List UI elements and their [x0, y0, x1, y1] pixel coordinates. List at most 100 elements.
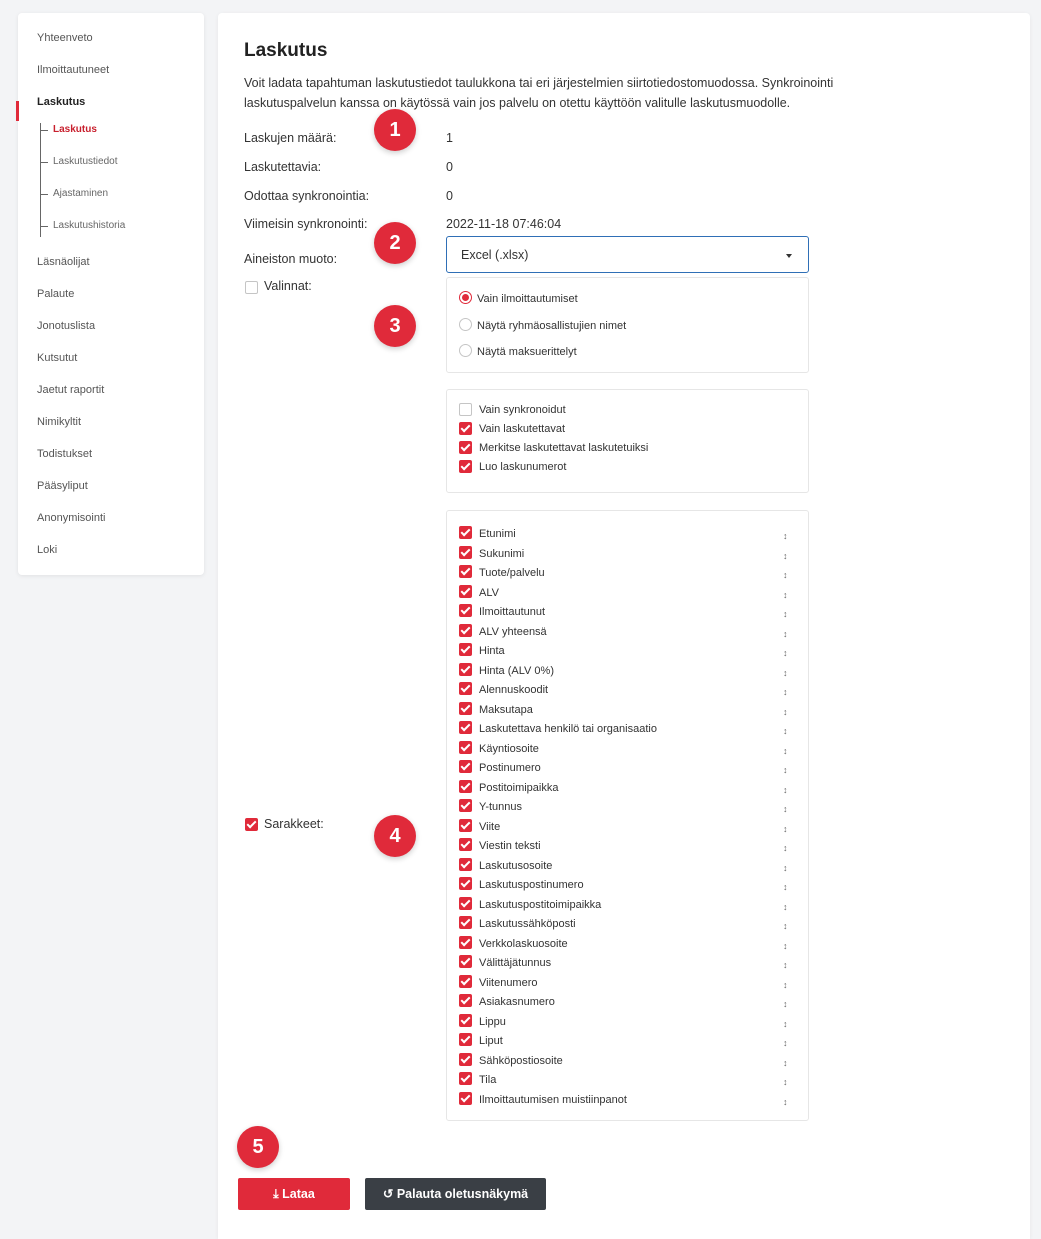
- column-checkbox[interactable]: [459, 1013, 472, 1027]
- column-checkbox[interactable]: [459, 916, 472, 929]
- checkbox-vain-synkronoidut[interactable]: [459, 403, 472, 416]
- column-label: Postinumero: [479, 762, 541, 774]
- sort-handle-icon[interactable]: ↕: [783, 570, 788, 580]
- column-checkbox[interactable]: [459, 643, 472, 656]
- sidebar-item-yhteenveto[interactable]: Yhteenveto: [37, 31, 93, 45]
- sidebar-subitem-laskutus[interactable]: Laskutus: [53, 124, 97, 136]
- checkbox-merkitse-laskutetuiksi[interactable]: [459, 441, 472, 454]
- sort-handle-icon[interactable]: ↕: [783, 941, 788, 951]
- column-checkbox[interactable]: [459, 721, 472, 734]
- column-checkbox[interactable]: [459, 799, 472, 812]
- column-checkbox[interactable]: [459, 857, 472, 871]
- sort-handle-icon[interactable]: ↕: [783, 726, 788, 736]
- sort-handle-icon[interactable]: ↕: [783, 707, 788, 717]
- sort-handle-icon[interactable]: ↕: [783, 960, 788, 970]
- sort-handle-icon[interactable]: ↕: [783, 1019, 788, 1029]
- column-checkbox[interactable]: [459, 838, 472, 851]
- sidebar-item-jonotuslista[interactable]: Jonotuslista: [37, 319, 95, 333]
- download-icon: ⤓: [273, 1187, 279, 1201]
- checkbox-luo-laskunumerot[interactable]: [459, 460, 472, 473]
- sort-handle-icon[interactable]: ↕: [783, 687, 788, 697]
- sidebar-item-anonymisointi[interactable]: Anonymisointi: [37, 511, 105, 525]
- column-checkbox[interactable]: [459, 623, 472, 637]
- sort-handle-icon[interactable]: ↕: [783, 902, 788, 912]
- sort-handle-icon[interactable]: ↕: [783, 1058, 788, 1068]
- sidebar-subitem-laskutustiedot[interactable]: Laskutustiedot: [53, 156, 118, 168]
- radio-vain-ilmoittautumiset[interactable]: [459, 291, 472, 304]
- sort-handle-icon[interactable]: ↕: [783, 980, 788, 990]
- sidebar-item-kutsutut[interactable]: Kutsutut: [37, 351, 77, 365]
- column-checkbox[interactable]: [459, 1072, 472, 1085]
- sort-handle-icon[interactable]: ↕: [783, 863, 788, 873]
- format-select[interactable]: Excel (.xlsx): [446, 236, 809, 273]
- sort-handle-icon[interactable]: ↕: [783, 765, 788, 775]
- sidebar-item-ilmoittautuneet[interactable]: Ilmoittautuneet: [37, 63, 109, 77]
- column-label: Etunimi: [479, 528, 516, 540]
- step-badge-1: 1: [374, 109, 416, 151]
- stat-label-pending-sync: Odottaa synkronointia:: [244, 189, 370, 203]
- sort-handle-icon[interactable]: ↕: [783, 1077, 788, 1087]
- column-checkbox[interactable]: [459, 526, 472, 539]
- column-checkbox[interactable]: [459, 818, 472, 832]
- sidebar-item-loki[interactable]: Loki: [37, 543, 57, 557]
- reset-view-button[interactable]: ↺ Palauta oletusnäkymä: [365, 1178, 546, 1210]
- checkbox-label: Vain synkronoidut: [479, 404, 566, 416]
- sidebar-active-indicator: [16, 101, 19, 121]
- sort-handle-icon[interactable]: ↕: [783, 1038, 788, 1048]
- sort-handle-icon[interactable]: ↕: [783, 1097, 788, 1107]
- sidebar-item-lasnaolijat[interactable]: Läsnäolijat: [37, 255, 90, 269]
- sort-handle-icon[interactable]: ↕: [783, 804, 788, 814]
- sort-handle-icon[interactable]: ↕: [783, 746, 788, 756]
- sidebar-item-palaute[interactable]: Palaute: [37, 287, 74, 301]
- sidebar-item-todistukset[interactable]: Todistukset: [37, 447, 92, 461]
- sort-handle-icon[interactable]: ↕: [783, 590, 788, 600]
- column-label: Lippu: [479, 1015, 506, 1028]
- sort-handle-icon[interactable]: ↕: [783, 999, 788, 1009]
- sort-handle-icon[interactable]: ↕: [783, 629, 788, 639]
- sort-handle-icon[interactable]: ↕: [783, 531, 788, 541]
- sidebar-item-laskutus[interactable]: Laskutus: [37, 95, 85, 109]
- sort-handle-icon[interactable]: ↕: [783, 785, 788, 795]
- column-checkbox[interactable]: [459, 935, 472, 949]
- sort-handle-icon[interactable]: ↕: [783, 551, 788, 561]
- column-checkbox[interactable]: [459, 565, 472, 578]
- column-checkbox[interactable]: [459, 1033, 472, 1046]
- sort-handle-icon[interactable]: ↕: [783, 668, 788, 678]
- sort-handle-icon[interactable]: ↕: [783, 882, 788, 892]
- columns-checkbox[interactable]: [245, 818, 258, 831]
- column-checkbox[interactable]: [459, 545, 472, 559]
- radio-nayta-ryhmaosallistujat[interactable]: [459, 318, 472, 331]
- sort-handle-icon[interactable]: ↕: [783, 648, 788, 658]
- sort-handle-icon[interactable]: ↕: [783, 921, 788, 931]
- sidebar-item-paasyliput[interactable]: Pääsyliput: [37, 479, 88, 493]
- column-checkbox[interactable]: [459, 974, 472, 988]
- sidebar-item-jaetut-raportit[interactable]: Jaetut raportit: [37, 383, 104, 397]
- column-checkbox[interactable]: [459, 955, 472, 968]
- checkbox-vain-laskutettavat[interactable]: [459, 422, 472, 435]
- sidebar-subitem-ajastaminen[interactable]: Ajastaminen: [53, 188, 108, 200]
- sort-handle-icon[interactable]: ↕: [783, 609, 788, 619]
- column-checkbox[interactable]: [459, 779, 472, 793]
- sort-handle-icon[interactable]: ↕: [783, 843, 788, 853]
- column-label: Hinta: [479, 645, 505, 657]
- radio-nayta-maksuerittelyt[interactable]: [459, 344, 472, 357]
- download-button[interactable]: ⤓ Lataa: [238, 1178, 350, 1210]
- sidebar-subitem-laskutushistoria[interactable]: Laskutushistoria: [53, 220, 125, 232]
- sidebar-item-nimikyltit[interactable]: Nimikyltit: [37, 415, 81, 429]
- column-checkbox[interactable]: [459, 701, 472, 715]
- column-checkbox[interactable]: [459, 604, 472, 617]
- column-checkbox[interactable]: [459, 994, 472, 1007]
- column-checkbox[interactable]: [459, 896, 472, 910]
- column-checkbox[interactable]: [459, 584, 472, 598]
- column-checkbox[interactable]: [459, 760, 472, 773]
- download-button-label: Lataa: [282, 1187, 315, 1201]
- column-checkbox[interactable]: [459, 740, 472, 754]
- sort-handle-icon[interactable]: ↕: [783, 824, 788, 834]
- stat-value-last-sync: 2022-11-18 07:46:04: [446, 217, 562, 231]
- column-checkbox[interactable]: [459, 1091, 472, 1105]
- options-checkbox[interactable]: [245, 281, 258, 294]
- column-checkbox[interactable]: [459, 1052, 472, 1066]
- column-checkbox[interactable]: [459, 682, 472, 695]
- column-checkbox[interactable]: [459, 662, 472, 676]
- column-checkbox[interactable]: [459, 877, 472, 890]
